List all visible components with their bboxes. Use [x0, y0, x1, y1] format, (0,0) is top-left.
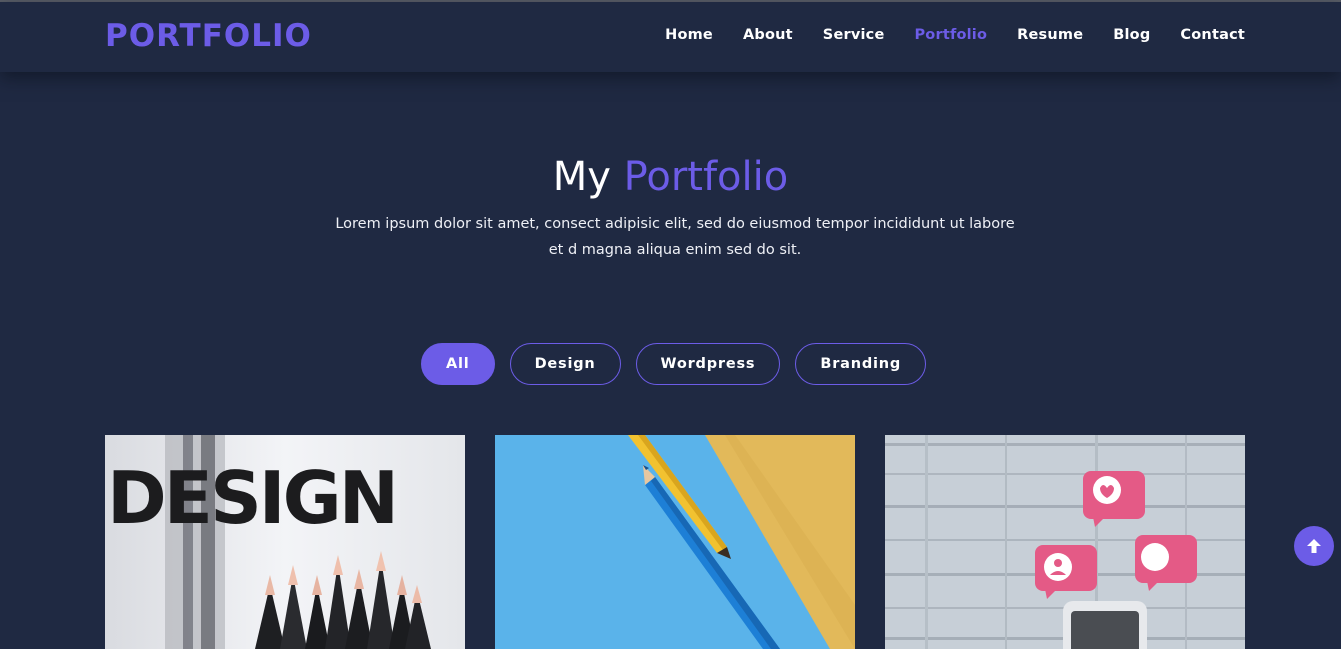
page-description: Lorem ipsum dolor sit amet, consect adip…: [335, 216, 1015, 258]
arrow-up-icon: [1307, 539, 1321, 553]
site-header: PORTFOLIO Home About Service Portfolio R…: [0, 2, 1341, 72]
nav-about[interactable]: About: [743, 27, 793, 43]
portfolio-item-social[interactable]: [885, 435, 1245, 649]
nav-resume[interactable]: Resume: [1017, 27, 1083, 43]
nav-blog[interactable]: Blog: [1113, 27, 1150, 43]
nav-service[interactable]: Service: [823, 27, 885, 43]
portfolio-item-design[interactable]: DESIGN: [105, 435, 465, 649]
nav-home[interactable]: Home: [665, 27, 713, 43]
filter-design-button[interactable]: Design: [509, 343, 621, 385]
blue-yellow-pencils-image: [495, 435, 855, 649]
page-title: My Portfolio: [0, 154, 1341, 200]
site-logo[interactable]: PORTFOLIO: [105, 18, 312, 54]
nav-portfolio[interactable]: Portfolio: [914, 27, 987, 43]
filter-wordpress-button[interactable]: Wordpress: [635, 343, 781, 385]
nav-contact[interactable]: Contact: [1180, 27, 1245, 43]
filter-branding-button[interactable]: Branding: [795, 343, 927, 385]
scroll-to-top-button[interactable]: [1294, 526, 1334, 566]
main-nav: Home About Service Portfolio Resume Blog…: [635, 27, 1245, 43]
portfolio-filters: All Design Wordpress Branding: [421, 343, 941, 385]
page-title-prefix: My: [552, 154, 611, 200]
filter-all-button[interactable]: All: [421, 343, 495, 385]
portfolio-item-pencils[interactable]: [495, 435, 855, 649]
page-title-highlight: Portfolio: [623, 154, 789, 200]
social-media-icons-image: [885, 435, 1245, 649]
design-word-image-text: DESIGN: [107, 456, 396, 540]
design-pencils-image: DESIGN: [105, 435, 465, 649]
